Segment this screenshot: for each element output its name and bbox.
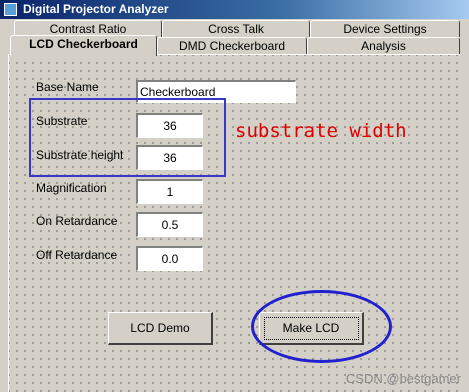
annotation-ellipse	[251, 290, 392, 363]
on-retardance-label: On Retardance	[36, 214, 118, 228]
base-name-label: Base Name	[36, 80, 99, 94]
tab-dmd-checkerboard[interactable]: DMD Checkerboard	[157, 37, 307, 54]
title-bar: Digital Projector Analyzer	[0, 0, 469, 19]
tab-label: Contrast Ratio	[49, 22, 127, 36]
annotation-text: substrate width	[235, 120, 407, 142]
tab-analysis[interactable]: Analysis	[307, 37, 460, 54]
tab-label: LCD Checkerboard	[29, 37, 138, 51]
magnification-label: Magnification	[36, 181, 107, 195]
tab-label: Device Settings	[343, 22, 427, 36]
magnification-input[interactable]	[136, 179, 203, 204]
lcd-demo-button[interactable]: LCD Demo	[108, 312, 213, 345]
tab-label: DMD Checkerboard	[178, 39, 286, 53]
app-icon	[4, 3, 17, 16]
tab-label: Analysis	[361, 39, 406, 53]
on-retardance-input[interactable]	[136, 212, 203, 237]
tab-lcd-checkerboard[interactable]: LCD Checkerboard	[10, 35, 157, 56]
tab-device-settings[interactable]: Device Settings	[310, 20, 460, 37]
tab-label: Cross Talk	[208, 22, 264, 36]
window-title: Digital Projector Analyzer	[23, 2, 169, 16]
off-retardance-input[interactable]	[136, 246, 203, 271]
off-retardance-label: Off Retardance	[36, 248, 118, 262]
annotation-box	[29, 98, 226, 177]
tab-cross-talk[interactable]: Cross Talk	[162, 20, 310, 37]
watermark: CSDN @bestgamer	[345, 371, 461, 386]
